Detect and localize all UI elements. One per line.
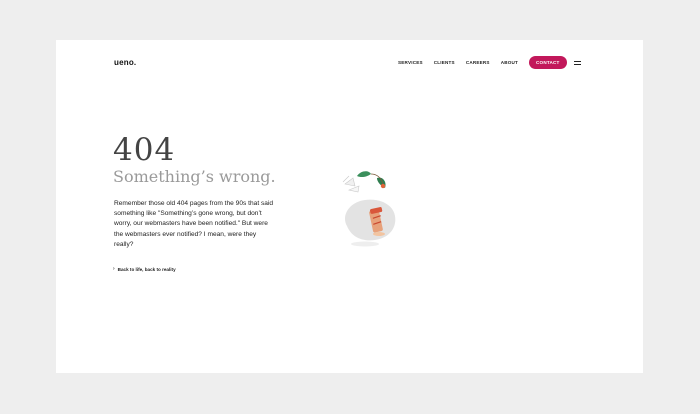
error-message: Remember those old 404 pages from the 90… xyxy=(114,200,274,248)
berry xyxy=(380,183,386,189)
nav-careers[interactable]: CAREERS xyxy=(466,60,490,65)
hamburger-menu-icon[interactable] xyxy=(573,60,581,65)
shard-1 xyxy=(344,177,356,187)
leaf-top xyxy=(357,171,371,178)
back-link[interactable]: › Back to life, back to reality xyxy=(113,266,176,272)
error-title: Something’s wrong. xyxy=(113,167,276,186)
shadow-blob xyxy=(345,199,396,241)
back-link-label: Back to life, back to reality xyxy=(117,266,176,272)
error-code: 404 xyxy=(113,132,176,168)
logo[interactable]: ueno. xyxy=(114,58,136,67)
broken-pot-illustration xyxy=(342,171,396,247)
contact-button[interactable]: CONTACT xyxy=(529,56,567,69)
main-nav: SERVICES CLIENTS CAREERS ABOUT CONTACT xyxy=(398,56,581,69)
chevron-right-icon: › xyxy=(113,266,115,272)
nav-services[interactable]: SERVICES xyxy=(398,60,423,65)
shard-3 xyxy=(342,175,350,183)
nav-about[interactable]: ABOUT xyxy=(501,60,518,65)
ground-shadow xyxy=(351,241,379,247)
pot-base xyxy=(373,232,385,236)
nav-clients[interactable]: CLIENTS xyxy=(434,60,455,65)
shard-2 xyxy=(347,185,360,193)
page-frame: ueno. SERVICES CLIENTS CAREERS ABOUT CON… xyxy=(56,40,643,373)
